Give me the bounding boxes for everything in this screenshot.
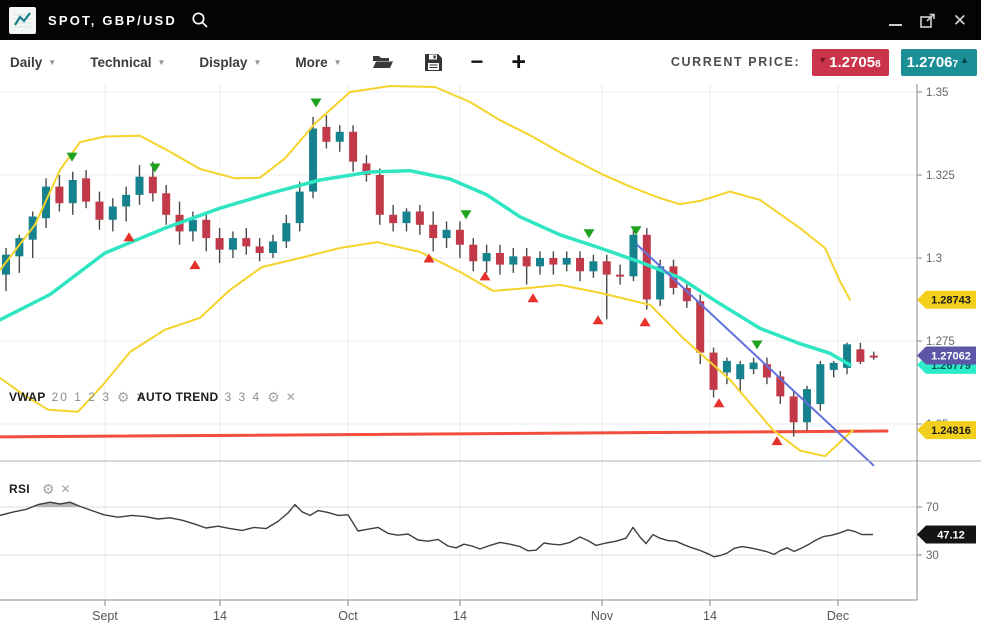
svg-text:1.35: 1.35 xyxy=(926,87,948,99)
svg-text:Nov: Nov xyxy=(591,609,614,623)
price-down-arrow-icon: ▼ xyxy=(818,54,827,68)
ask-price-value: 1.2706 xyxy=(907,54,953,71)
menu-technical-label: Technical xyxy=(90,55,151,70)
close-icon[interactable]: ✕ xyxy=(953,12,967,29)
menu-display[interactable]: Display ▼ xyxy=(199,55,261,70)
chevron-down-icon: ▼ xyxy=(334,58,342,67)
current-price-label: CURRENT PRICE: xyxy=(671,55,800,69)
auto-trend-remove-icon[interactable]: ✕ xyxy=(286,391,296,403)
auto-trend-settings-gear-icon[interactable]: ⚙ xyxy=(267,390,280,404)
ask-price-badge[interactable]: 1.2706 7 ▲ xyxy=(901,49,977,76)
open-folder-icon[interactable] xyxy=(372,53,394,71)
svg-text:Dec: Dec xyxy=(827,609,849,623)
minimize-icon[interactable] xyxy=(889,24,902,26)
current-price-cluster: CURRENT PRICE: ▼ 1.2705 8 1.2706 7 ▲ xyxy=(671,49,977,76)
rsi-remove-icon[interactable]: ✕ xyxy=(60,483,70,495)
svg-text:14: 14 xyxy=(213,609,227,623)
menu-technical[interactable]: Technical ▼ xyxy=(90,55,165,70)
rsi-indicator-label: RSI xyxy=(9,482,30,496)
vwap-indicator-params: 20 1 2 3 xyxy=(52,390,111,404)
window-controls: ✕ xyxy=(889,12,967,29)
price-chart-canvas[interactable]: 1.351.3251.31.2751.257030Sept14Oct14Nov1… xyxy=(0,84,981,624)
popout-window-icon[interactable] xyxy=(919,12,936,29)
auto-trend-indicator-params: 3 3 4 xyxy=(224,390,261,404)
chevron-down-icon: ▼ xyxy=(48,58,56,67)
svg-text:14: 14 xyxy=(453,609,467,623)
bid-price-value: 1.2705 xyxy=(829,54,875,71)
window-title: SPOT, GBP/USD xyxy=(48,13,177,28)
svg-text:30: 30 xyxy=(926,550,939,562)
svg-text:1.3: 1.3 xyxy=(926,253,942,265)
svg-text:14: 14 xyxy=(703,609,717,623)
menu-more-label: More xyxy=(295,55,327,70)
chevron-down-icon: ▼ xyxy=(253,58,261,67)
indicator-rsi: RSI ⚙ ✕ xyxy=(9,482,71,496)
svg-text:1.325: 1.325 xyxy=(926,170,955,182)
svg-text:Oct: Oct xyxy=(338,609,358,623)
price-up-arrow-icon: ▲ xyxy=(960,54,969,68)
search-icon[interactable] xyxy=(191,11,209,29)
chart-area: 1.351.3251.31.2751.257030Sept14Oct14Nov1… xyxy=(0,84,981,624)
menu-daily[interactable]: Daily ▼ xyxy=(10,55,56,70)
zoom-in-icon[interactable]: + xyxy=(511,50,526,75)
rsi-settings-gear-icon[interactable]: ⚙ xyxy=(42,482,55,496)
title-bar: SPOT, GBP/USD ✕ xyxy=(0,0,981,40)
vwap-settings-gear-icon[interactable]: ⚙ xyxy=(117,390,130,404)
bid-price-badge[interactable]: ▼ 1.2705 8 xyxy=(812,49,888,76)
indicator-vwap: VWAP 20 1 2 3 ⚙ ✕ xyxy=(9,390,146,404)
app-logo-icon xyxy=(9,7,36,34)
menu-display-label: Display xyxy=(199,55,247,70)
svg-text:1.27062: 1.27062 xyxy=(931,351,971,363)
auto-trend-indicator-label: AUTO TREND xyxy=(137,390,218,404)
vwap-indicator-label: VWAP xyxy=(9,390,46,404)
toolbar: Daily ▼ Technical ▼ Display ▼ More ▼ − +… xyxy=(0,40,981,84)
menu-daily-label: Daily xyxy=(10,55,42,70)
svg-text:Sept: Sept xyxy=(92,609,118,623)
indicator-auto-trend: AUTO TREND 3 3 4 ⚙ ✕ xyxy=(137,390,296,404)
menu-more[interactable]: More ▼ xyxy=(295,55,341,70)
svg-text:47.12: 47.12 xyxy=(937,530,965,542)
ask-price-pip: 7 xyxy=(953,59,959,70)
save-icon[interactable] xyxy=(424,53,443,72)
svg-text:1.275: 1.275 xyxy=(926,336,955,348)
svg-text:1.28743: 1.28743 xyxy=(931,295,971,307)
zoom-out-icon[interactable]: − xyxy=(471,51,484,73)
svg-text:70: 70 xyxy=(926,502,939,514)
bid-price-pip: 8 xyxy=(875,59,881,70)
svg-text:1.24816: 1.24816 xyxy=(931,425,971,437)
chevron-down-icon: ▼ xyxy=(157,58,165,67)
